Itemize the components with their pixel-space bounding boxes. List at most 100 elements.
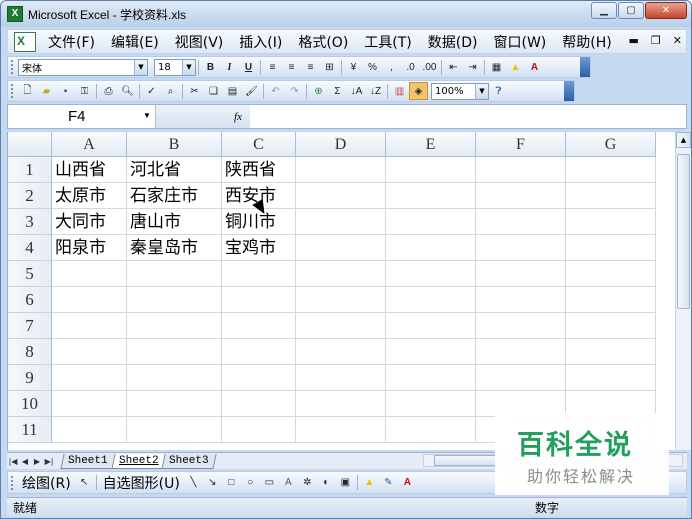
cell-b11[interactable] [127,417,222,443]
cell-a1[interactable]: 山西省 [52,157,127,183]
drawing-icon[interactable]: ◈ [409,82,428,100]
fill-color-icon[interactable]: ▲ [506,58,525,76]
scroll-up-icon[interactable]: ▲ [676,132,691,148]
toolbar-grip[interactable] [11,60,14,74]
row-header[interactable]: 8 [8,339,52,365]
row-header[interactable]: 1 [8,157,52,183]
formula-input[interactable] [250,105,686,128]
cut-icon[interactable]: ✂ [185,82,204,100]
workbook-restore-icon[interactable]: ❐ [651,34,661,47]
toolbar-grip[interactable] [11,475,14,490]
menu-edit[interactable]: 编辑(E) [103,32,167,52]
cell-c5[interactable] [222,261,296,287]
cell-c1[interactable]: 陕西省 [222,157,296,183]
cell-f9[interactable] [476,365,566,391]
column-header[interactable]: E [386,132,476,157]
sort-ascending-icon[interactable]: ↓A [347,82,366,100]
cell-e8[interactable] [386,339,476,365]
cell-g1[interactable] [566,157,656,183]
decrease-indent-icon[interactable]: ⇤ [444,58,463,76]
autoshapes-button[interactable]: 自选图形(U) [99,473,184,493]
print-preview-icon[interactable]: 🔍︎ [118,82,137,100]
cell-e9[interactable] [386,365,476,391]
cell-a4[interactable]: 阳泉市 [52,235,127,261]
cell-g3[interactable] [566,209,656,235]
row-header[interactable]: 6 [8,287,52,313]
workbook-minimize-icon[interactable]: ▬ [629,34,639,47]
cell-b2[interactable]: 石家庄市 [127,183,222,209]
cell-b1[interactable]: 河北省 [127,157,222,183]
cell-c11[interactable] [222,417,296,443]
scroll-thumb[interactable] [677,154,690,309]
research-icon[interactable]: ⌕ [161,82,180,100]
cell-c8[interactable] [222,339,296,365]
align-right-icon[interactable]: ≡ [301,58,320,76]
percent-button[interactable]: % [363,58,382,76]
borders-icon[interactable]: ▦ [487,58,506,76]
cell-f6[interactable] [476,287,566,313]
menu-format[interactable]: 格式(O) [290,32,356,52]
cell-g5[interactable] [566,261,656,287]
menu-view[interactable]: 视图(V) [167,32,232,52]
merge-center-icon[interactable]: ⊞ [320,58,339,76]
cell-e11[interactable] [386,417,476,443]
cell-g6[interactable] [566,287,656,313]
sort-descending-icon[interactable]: ↓Z [366,82,385,100]
permission-icon[interactable]: ⚿ [75,82,94,100]
sheet-tab[interactable]: Sheet1 [60,453,116,469]
cell-b7[interactable] [127,313,222,339]
chevron-down-icon[interactable]: ▼ [134,59,147,75]
copy-icon[interactable]: ❏ [204,82,223,100]
cell-e7[interactable] [386,313,476,339]
cell-b3[interactable]: 唐山市 [127,209,222,235]
font-size-select[interactable]: 18 ▼ [154,58,196,76]
fill-color-icon[interactable]: ▲ [360,474,379,492]
cell-f2[interactable] [476,183,566,209]
column-header[interactable]: B [127,132,222,157]
next-sheet-icon[interactable]: ▶ [31,457,43,466]
cell-f8[interactable] [476,339,566,365]
cell-f3[interactable] [476,209,566,235]
paste-icon[interactable]: ▤ [223,82,242,100]
font-color-icon[interactable]: A [525,58,544,76]
cell-c9[interactable] [222,365,296,391]
increase-decimal-icon[interactable]: .0 [401,58,420,76]
cell-f4[interactable] [476,235,566,261]
align-center-icon[interactable]: ≡ [282,58,301,76]
column-header[interactable]: D [296,132,386,157]
first-sheet-icon[interactable]: |◀ [7,457,19,466]
cell-c7[interactable] [222,313,296,339]
last-sheet-icon[interactable]: ▶| [43,457,55,466]
minimize-button[interactable]: ▁ [591,2,617,19]
cell-a2[interactable]: 太原市 [52,183,127,209]
menu-insert[interactable]: 插入(I) [231,32,290,52]
cell-d5[interactable] [296,261,386,287]
format-painter-icon[interactable]: 🖌︎ [242,82,261,100]
row-header[interactable]: 2 [8,183,52,209]
cell-f7[interactable] [476,313,566,339]
cell-c10[interactable] [222,391,296,417]
close-button[interactable]: ✕ [645,2,687,19]
name-box[interactable]: F4 ▼ [8,105,156,128]
diagram-icon[interactable]: ✲ [298,474,317,492]
align-left-icon[interactable]: ≡ [263,58,282,76]
cell-c4[interactable]: 宝鸡市 [222,235,296,261]
excel-app-icon[interactable]: X [7,6,23,22]
cell-d4[interactable] [296,235,386,261]
comma-style-icon[interactable]: , [382,58,401,76]
workbook-icon[interactable] [14,31,36,52]
select-objects-icon[interactable]: ↖ [75,474,94,492]
row-header[interactable]: 11 [8,417,52,443]
sheet-tab-active[interactable]: Sheet2 [111,453,166,469]
cell-g7[interactable] [566,313,656,339]
clipart-icon[interactable]: ◐ [317,474,336,492]
italic-button[interactable]: I [220,58,239,76]
cell-e1[interactable] [386,157,476,183]
hyperlink-icon[interactable]: ⊕ [309,82,328,100]
cell-b8[interactable] [127,339,222,365]
menu-help[interactable]: 帮助(H) [554,32,619,52]
vertical-scrollbar[interactable]: ▲ [675,132,691,450]
cell-d6[interactable] [296,287,386,313]
chevron-down-icon[interactable]: ▼ [475,83,488,99]
insert-function-button[interactable]: fx [156,105,250,128]
